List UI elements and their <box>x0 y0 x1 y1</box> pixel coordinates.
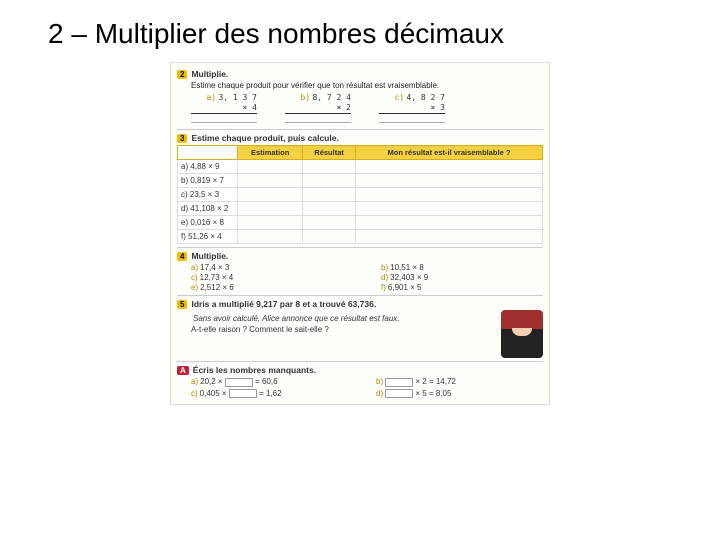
ex5-line1: Idris a multiplié 9,217 par 8 et a trouv… <box>191 299 376 309</box>
ex3-row-a: a) 4,88 × 9 <box>178 160 238 174</box>
ex5-header: 5 Idris a multiplié 9,217 par 8 et a tro… <box>177 299 543 309</box>
ex4-e: e)2,512 × 6 <box>191 283 353 292</box>
exA-header: A Écris les nombres manquants. <box>177 365 543 375</box>
ex3-header: 3 Estime chaque produit, puis calcule. <box>177 133 543 143</box>
ex2-b-top: 8, 7 2 4 <box>312 93 351 102</box>
ex2-b-bot: × 2 <box>285 103 351 113</box>
ex3-badge: 3 <box>177 134 187 143</box>
ex3-row-c: c) 23,5 × 3 <box>178 188 238 202</box>
ex2-a-label: a) <box>206 93 218 103</box>
ex2-b-label: b) <box>300 93 312 103</box>
ex2-title: Multiplie. <box>191 69 228 79</box>
ex4-header: 4 Multiplie. <box>177 251 543 261</box>
ex3-row-b: b) 0,819 × 7 <box>178 174 238 188</box>
ex4-f: f)6,901 × 5 <box>381 283 543 292</box>
ex4-grid: a)17,4 × 3 b)10,51 × 8 c)12,73 × 4 d)32,… <box>191 263 543 292</box>
ex5-badge: 5 <box>177 300 187 309</box>
exA-title: Écris les nombres manquants. <box>193 365 316 375</box>
ex2-header: 2 Multiplie. <box>177 69 543 79</box>
exA-b: b) × 2 = 14,72 <box>376 377 543 386</box>
ex3-table: Estimation Résultat Mon résultat est-il … <box>177 145 543 244</box>
ex4-c: c)12,73 × 4 <box>191 273 353 282</box>
ex4-b: b)10,51 × 8 <box>381 263 543 272</box>
ex2-c: c)4, 8 2 7 × 3 <box>379 93 445 123</box>
exA-a: a)20,2 × = 60,6 <box>191 377 358 386</box>
exA-d: d) × 5 = 8,05 <box>376 389 543 398</box>
ex4-a: a)17,4 × 3 <box>191 263 353 272</box>
ex4-badge: 4 <box>177 252 187 261</box>
ex5-line2: Sans avoir calculé, Alice annonce que ce… <box>193 314 400 323</box>
ex3-h-resultat: Résultat <box>303 146 356 160</box>
worksheet-image: 2 Multiplie. Estime chaque produit pour … <box>170 62 550 405</box>
ex2-problems: a)3, 1 3 7 × 4 b)8, 7 2 4 × 2 c)4, 8 2 7… <box>191 93 543 123</box>
ex3-row-d: d) 41,108 × 2 <box>178 202 238 216</box>
exA-grid: a)20,2 × = 60,6 b) × 2 = 14,72 c)0,405 ×… <box>191 377 543 398</box>
ex2-sub: Estime chaque produit pour vérifier que … <box>191 81 543 90</box>
ex2-c-label: c) <box>394 93 406 103</box>
ex2-a: a)3, 1 3 7 × 4 <box>191 93 257 123</box>
ex4-d: d)32,403 × 9 <box>381 273 543 282</box>
page-title: 2 – Multiplier des nombres décimaux <box>0 0 720 62</box>
alice-avatar <box>501 310 543 358</box>
ex2-badge: 2 <box>177 70 187 79</box>
ex5-body: Sans avoir calculé, Alice annonce que ce… <box>191 310 543 358</box>
ex3-row-f: f) 51,26 × 4 <box>178 230 238 244</box>
ex2-c-bot: × 3 <box>379 103 445 113</box>
ex2-c-top: 4, 8 2 7 <box>406 93 445 102</box>
exA-badge: A <box>177 366 189 375</box>
ex3-h-estimation: Estimation <box>238 146 303 160</box>
ex2-a-top: 3, 1 3 7 <box>218 93 257 102</box>
ex3-title: Estime chaque produit, puis calcule. <box>191 133 338 143</box>
ex2-a-bot: × 4 <box>191 103 257 113</box>
exA-c: c)0,405 × = 1,62 <box>191 389 358 398</box>
ex2-b: b)8, 7 2 4 × 2 <box>285 93 351 123</box>
ex5-line3: A-t-elle raison ? Comment le sait-elle ? <box>191 325 495 335</box>
ex3-h-vrais: Mon résultat est-il vraisemblable ? <box>355 146 542 160</box>
ex3-row-e: e) 0,016 × 8 <box>178 216 238 230</box>
ex4-title: Multiplie. <box>191 251 228 261</box>
